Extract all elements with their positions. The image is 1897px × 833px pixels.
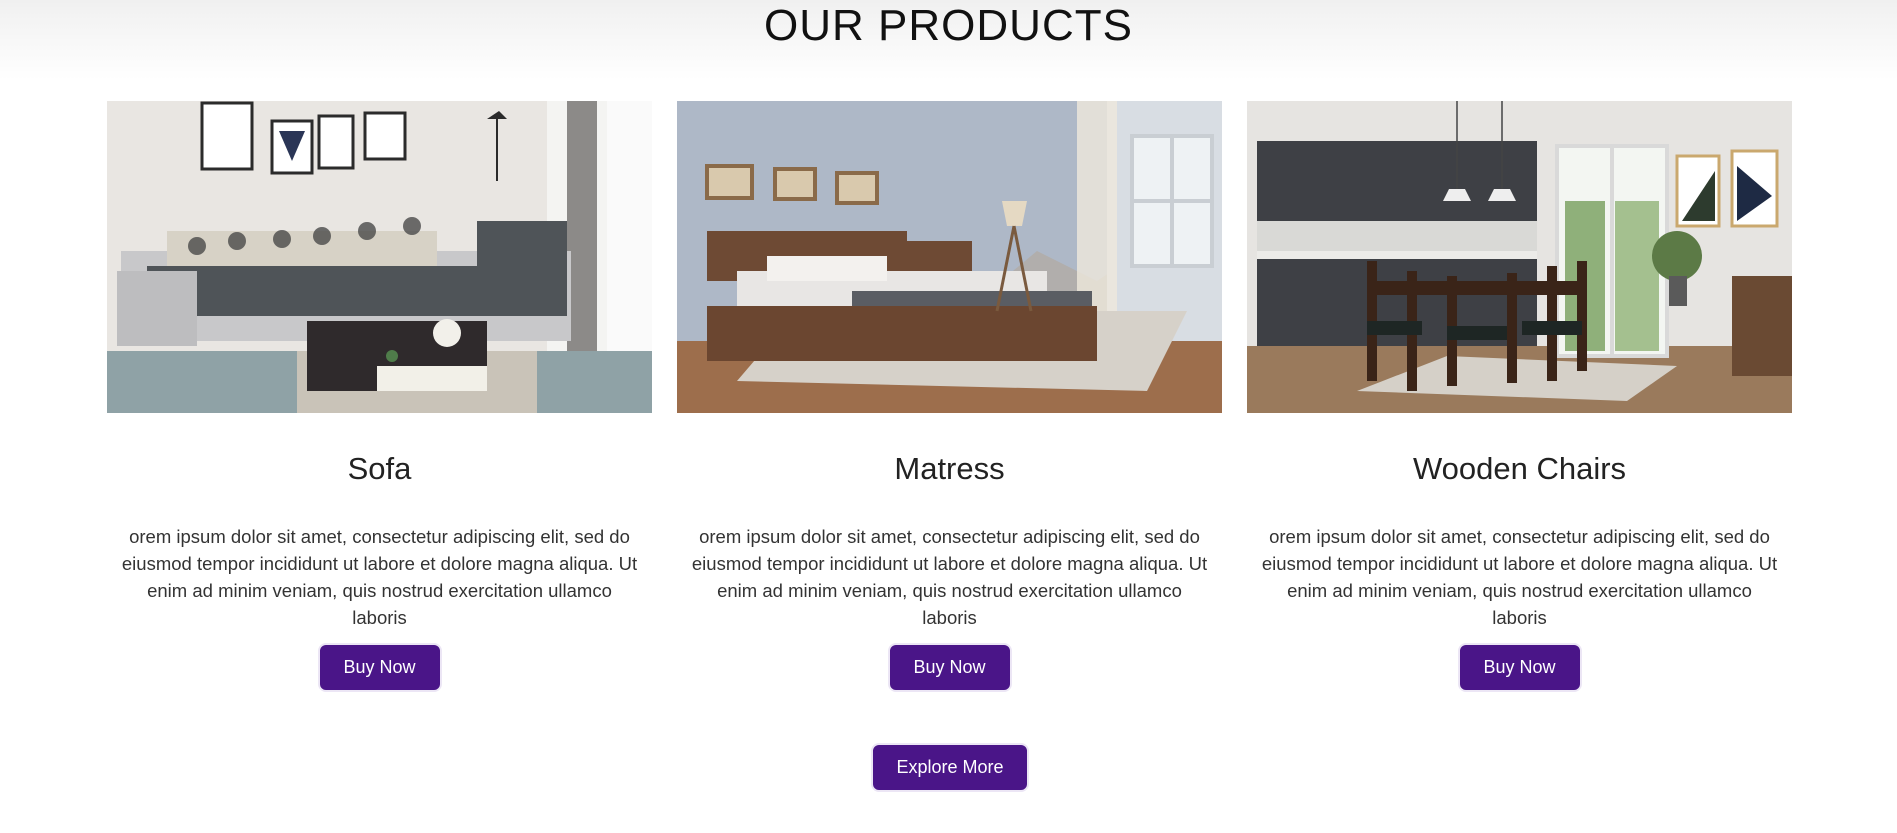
buy-now-button-wooden-chairs[interactable]: Buy Now [1457,643,1582,692]
product-image-wooden-chairs [1247,101,1792,413]
product-title: Matress [894,451,1005,486]
product-description: orem ipsum dolor sit amet, consectetur a… [1261,526,1778,628]
section-title: OUR PRODUCTS [764,1,1133,50]
explore-more-button[interactable]: Explore More [871,743,1029,792]
product-card-wooden-chairs: Wooden Chairs orem ipsum dolor sit amet,… [1247,101,1792,692]
product-image-sofa [107,101,652,413]
buy-now-button-sofa[interactable]: Buy Now [317,643,442,692]
product-title: Sofa [347,451,412,486]
product-title: Wooden Chairs [1412,451,1627,486]
product-description: orem ipsum dolor sit amet, consectetur a… [121,526,638,628]
product-grid: Sofa orem ipsum dolor sit amet, consecte… [107,101,1793,692]
buy-now-button-matress[interactable]: Buy Now [887,643,1012,692]
product-image-matress [677,101,1222,413]
product-card-matress: Matress orem ipsum dolor sit amet, conse… [677,101,1222,692]
product-description: orem ipsum dolor sit amet, consectetur a… [691,526,1208,628]
product-card-sofa: Sofa orem ipsum dolor sit amet, consecte… [107,101,652,692]
